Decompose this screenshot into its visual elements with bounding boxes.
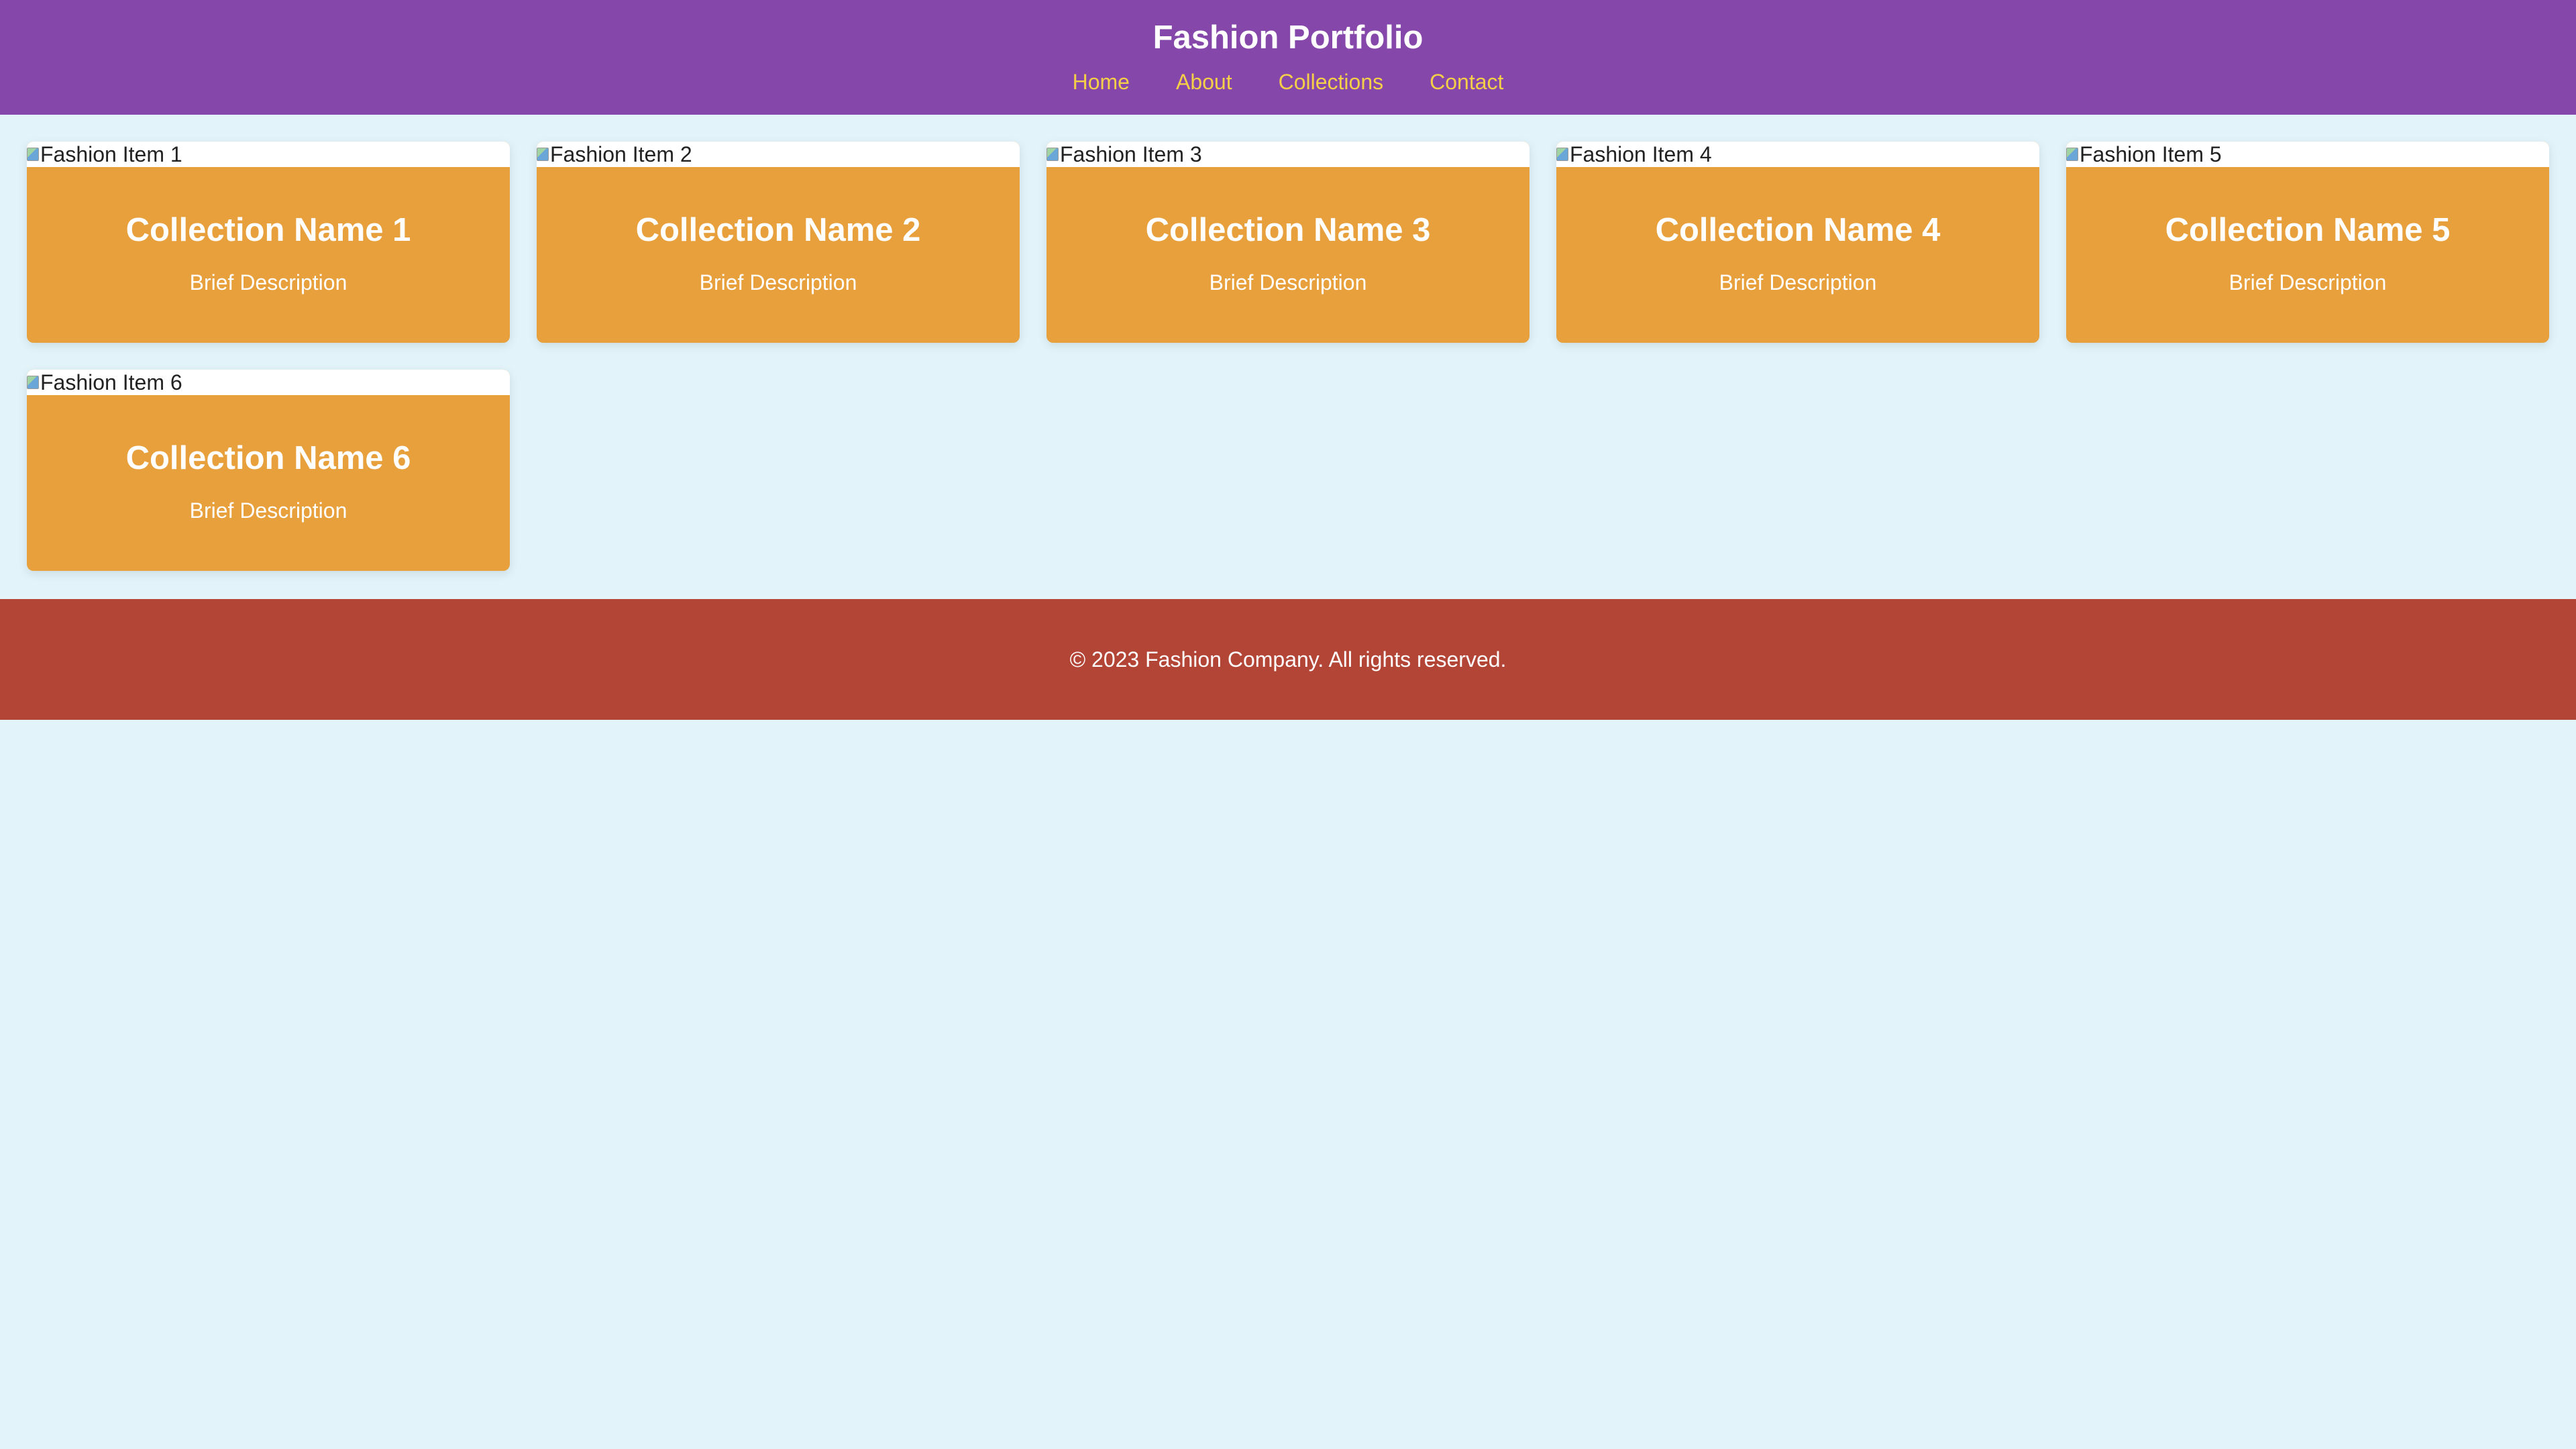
nav-link-contact[interactable]: Contact	[1430, 67, 1503, 97]
nav-link-collections[interactable]: Collections	[1279, 67, 1384, 97]
collection-card[interactable]: Fashion Item 4 Collection Name 4 Brief D…	[1556, 142, 2039, 343]
collection-image: Fashion Item 4	[1556, 142, 2039, 167]
site-title: Fashion Portfolio	[1152, 19, 1424, 56]
collection-image: Fashion Item 5	[2066, 142, 2549, 167]
collection-image-alt: Fashion Item 2	[550, 142, 692, 166]
collection-image: Fashion Item 1	[27, 142, 510, 167]
collection-description: Brief Description	[699, 270, 857, 294]
collection-card-body: Collection Name 3 Brief Description	[1046, 167, 1529, 296]
collection-description: Brief Description	[2229, 270, 2387, 294]
collection-image-alt: Fashion Item 1	[40, 142, 182, 166]
site-header: Fashion Portfolio Home About Collections…	[0, 0, 2576, 115]
collection-title: Collection Name 5	[2165, 212, 2451, 248]
collection-card-body: Collection Name 4 Brief Description	[1556, 167, 2039, 296]
site-footer: © 2023 Fashion Company. All rights reser…	[0, 599, 2576, 720]
nav-link-about[interactable]: About	[1176, 67, 1232, 97]
collection-card[interactable]: Fashion Item 6 Collection Name 6 Brief D…	[27, 370, 510, 571]
collection-title: Collection Name 6	[125, 440, 411, 476]
copyright-text: © 2023 Fashion Company. All rights reser…	[1069, 647, 1507, 672]
collection-card-body: Collection Name 2 Brief Description	[537, 167, 1020, 296]
collection-image: Fashion Item 6	[27, 370, 510, 395]
collection-title: Collection Name 1	[125, 212, 411, 248]
broken-image-icon	[1556, 148, 1568, 161]
collection-card[interactable]: Fashion Item 1 Collection Name 1 Brief D…	[27, 142, 510, 343]
collection-title: Collection Name 3	[1145, 212, 1431, 248]
broken-image-icon	[2066, 148, 2078, 161]
collection-card[interactable]: Fashion Item 5 Collection Name 5 Brief D…	[2066, 142, 2549, 343]
collection-card-body: Collection Name 1 Brief Description	[27, 167, 510, 296]
collection-image-alt: Fashion Item 3	[1060, 142, 1202, 166]
broken-image-icon	[27, 148, 39, 161]
broken-image-icon	[537, 148, 549, 161]
collection-image-alt: Fashion Item 4	[1570, 142, 1712, 166]
collection-title: Collection Name 4	[1655, 212, 1941, 248]
collection-image-alt: Fashion Item 5	[2080, 142, 2222, 166]
broken-image-icon	[27, 376, 39, 389]
collection-image: Fashion Item 2	[537, 142, 1020, 167]
main-nav: Home About Collections Contact	[0, 67, 2576, 97]
collection-card-body: Collection Name 6 Brief Description	[27, 395, 510, 524]
collection-title: Collection Name 2	[635, 212, 921, 248]
collection-card[interactable]: Fashion Item 3 Collection Name 3 Brief D…	[1046, 142, 1529, 343]
collection-description: Brief Description	[1209, 270, 1367, 294]
collection-card[interactable]: Fashion Item 2 Collection Name 2 Brief D…	[537, 142, 1020, 343]
nav-link-home[interactable]: Home	[1073, 67, 1130, 97]
collection-image-alt: Fashion Item 6	[40, 370, 182, 394]
broken-image-icon	[1046, 148, 1059, 161]
collection-description: Brief Description	[189, 498, 347, 523]
collection-card-body: Collection Name 5 Brief Description	[2066, 167, 2549, 296]
collection-description: Brief Description	[189, 270, 347, 294]
collection-description: Brief Description	[1719, 270, 1877, 294]
collection-image: Fashion Item 3	[1046, 142, 1529, 167]
